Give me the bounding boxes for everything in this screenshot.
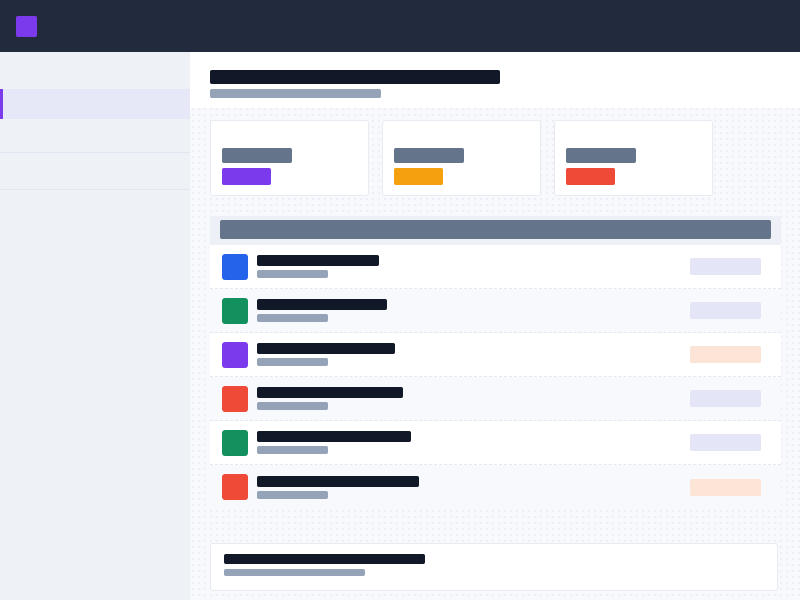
sidebar-item[interactable] [0, 119, 190, 153]
app-shell [0, 52, 800, 600]
sidebar-item[interactable] [0, 153, 190, 190]
row-subtitle-placeholder [257, 491, 328, 499]
table-row[interactable] [210, 421, 781, 465]
row-text-block [257, 255, 379, 278]
row-avatar-icon [222, 474, 248, 500]
stat-card [210, 120, 369, 196]
stat-card [554, 120, 713, 196]
stat-card-label-placeholder [394, 148, 464, 163]
row-subtitle-placeholder [257, 314, 328, 322]
table-row[interactable] [210, 289, 781, 333]
row-avatar-icon [222, 386, 248, 412]
stat-card-label-placeholder [566, 148, 636, 163]
top-navbar [0, 0, 800, 52]
stat-card-value-bar [394, 168, 443, 185]
table-row[interactable] [210, 333, 781, 377]
row-text-block [257, 387, 403, 410]
sidebar-spacer [0, 52, 190, 89]
row-subtitle-placeholder [257, 402, 328, 410]
row-subtitle-placeholder [257, 270, 328, 278]
row-title-placeholder [257, 343, 395, 354]
row-avatar-icon [222, 298, 248, 324]
row-title-placeholder [257, 299, 387, 310]
items-table [210, 216, 781, 509]
page-subtitle-placeholder [210, 89, 381, 98]
main-content [190, 52, 800, 600]
row-title-placeholder [257, 476, 419, 487]
row-title-placeholder [257, 431, 411, 442]
status-badge [690, 390, 761, 407]
table-body [210, 245, 781, 509]
table-row[interactable] [210, 465, 781, 509]
table-header-placeholder [220, 220, 771, 239]
stat-cards-row [210, 120, 781, 196]
row-subtitle-placeholder [257, 358, 328, 366]
row-text-block [257, 343, 395, 366]
table-header [210, 216, 781, 245]
row-avatar-icon [222, 342, 248, 368]
footer-title-placeholder [224, 554, 425, 564]
status-badge [690, 346, 761, 363]
status-badge [690, 479, 761, 496]
row-title-placeholder [257, 387, 403, 398]
footer-subtitle-placeholder [224, 569, 365, 576]
footer-card [210, 543, 778, 591]
sidebar-nav [0, 52, 190, 600]
table-row[interactable] [210, 377, 781, 421]
row-title-placeholder [257, 255, 379, 266]
row-avatar-icon [222, 254, 248, 280]
content-region [190, 120, 800, 591]
row-text-block [257, 476, 419, 499]
status-badge [690, 302, 761, 319]
stat-card [382, 120, 541, 196]
stat-card-value-bar [566, 168, 615, 185]
sidebar-item-active[interactable] [0, 89, 190, 119]
row-avatar-icon [222, 430, 248, 456]
stat-card-label-placeholder [222, 148, 292, 163]
page-header [190, 52, 800, 108]
row-subtitle-placeholder [257, 446, 328, 454]
row-text-block [257, 431, 411, 454]
page-title-placeholder [210, 70, 500, 84]
status-badge [690, 258, 761, 275]
app-logo-icon[interactable] [16, 16, 37, 37]
table-row[interactable] [210, 245, 781, 289]
status-badge [690, 434, 761, 451]
stat-card-value-bar [222, 168, 271, 185]
row-text-block [257, 299, 387, 322]
